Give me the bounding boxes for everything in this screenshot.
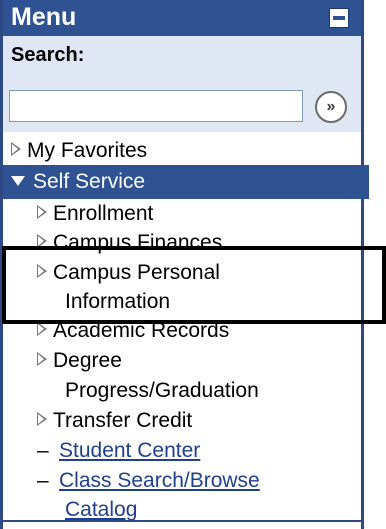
- menu-item-label: My Favorites: [27, 139, 148, 162]
- menu-item-label: Campus Finances: [53, 231, 223, 254]
- menu-item-label-continued: Progress/Graduation: [65, 379, 259, 402]
- menu-item-label: Academic Records: [53, 319, 230, 342]
- search-input[interactable]: [9, 90, 303, 122]
- expand-triangle-icon: [37, 412, 47, 426]
- class-search-link-line2[interactable]: Catalog: [65, 498, 137, 521]
- class-search-link[interactable]: Class Search/Browse: [59, 469, 260, 492]
- expand-triangle-icon: [37, 205, 47, 219]
- search-area: Search: »: [3, 36, 361, 132]
- menu-item-label: Enrollment: [53, 202, 154, 225]
- collapse-icon[interactable]: [329, 8, 349, 28]
- search-label: Search:: [11, 44, 85, 66]
- expand-triangle-icon: [37, 322, 47, 336]
- menu-item-label: Self Service: [33, 170, 146, 193]
- menu-title-bar: Menu: [3, 0, 361, 36]
- bottom-border: [3, 520, 361, 522]
- menu-item-transfer-credit[interactable]: Transfer Credit: [3, 404, 386, 438]
- menu-panel: Menu Search: » My Favorites Self Service…: [0, 0, 369, 529]
- menu-item-degree-progress[interactable]: Degree: [3, 344, 386, 378]
- collapse-triangle-icon: [11, 176, 25, 186]
- student-center-link[interactable]: Student Center: [59, 439, 200, 462]
- expand-triangle-icon: [37, 264, 47, 278]
- menu-item-label: Transfer Credit: [53, 409, 193, 432]
- search-go-button[interactable]: »: [315, 91, 347, 123]
- expand-triangle-icon: [37, 234, 47, 248]
- menu-item-academic-records[interactable]: Academic Records: [3, 314, 386, 348]
- menu-item-student-center[interactable]: – Student Center: [3, 434, 386, 468]
- menu-item-label: Degree: [53, 349, 122, 372]
- menu-title: Menu: [11, 3, 77, 31]
- menu-item-campus-finances[interactable]: Campus Finances: [3, 226, 386, 260]
- expand-triangle-icon: [37, 352, 47, 366]
- dash-icon: –: [37, 439, 49, 462]
- menu-item-self-service[interactable]: Self Service: [3, 165, 369, 199]
- expand-triangle-icon: [11, 142, 21, 156]
- menu-item-label: Campus Personal: [53, 261, 220, 284]
- menu-item-my-favorites[interactable]: My Favorites: [3, 134, 369, 168]
